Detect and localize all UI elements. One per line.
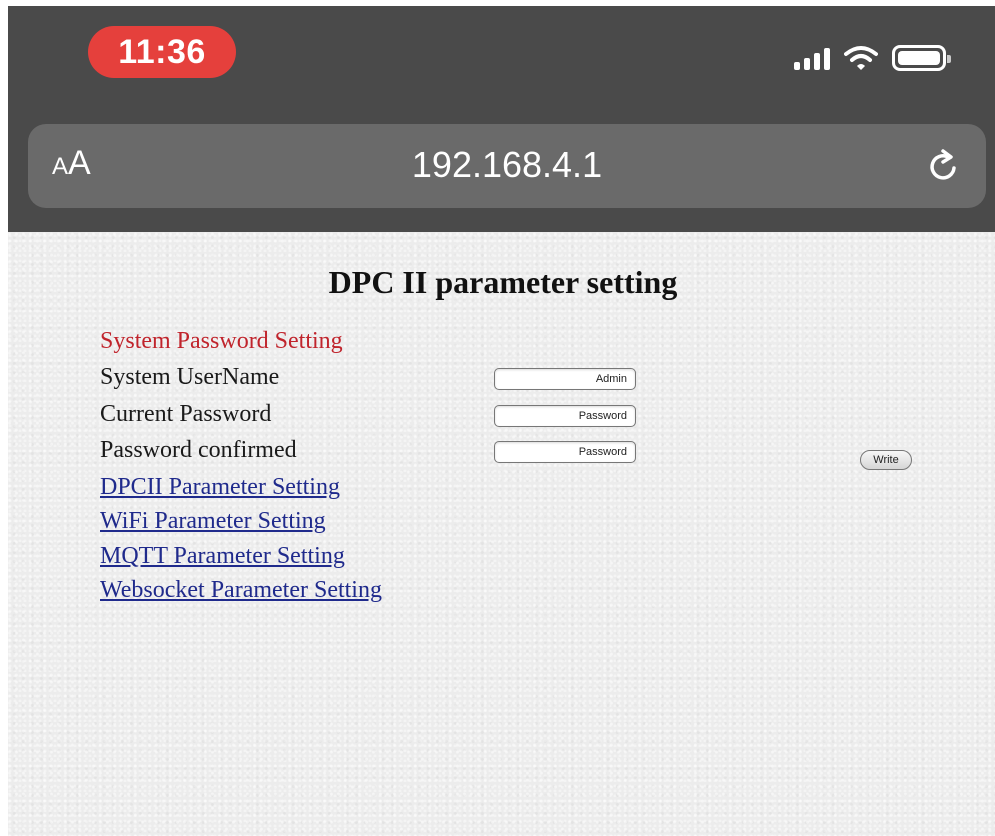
link-wifi-parameter-setting[interactable]: WiFi Parameter Setting [100,508,326,535]
username-input[interactable]: Admin [494,368,636,390]
current-password-label: Current Password [100,401,272,427]
status-bar: 11:36 [8,6,995,116]
write-button[interactable]: Write [860,450,912,470]
reload-icon[interactable] [924,146,964,186]
url-text[interactable]: 192.168.4.1 [28,144,986,186]
page-title: DPC II parameter setting [328,264,678,300]
confirm-password-label: Password confirmed [100,437,297,463]
confirm-password-input[interactable]: Password [494,441,636,463]
section-heading: System Password Setting [100,328,343,354]
wifi-icon [844,46,878,70]
link-dpcii-parameter-setting[interactable]: DPCII Parameter Setting [100,474,340,501]
link-websocket-parameter-setting[interactable]: Websocket Parameter Setting [100,577,382,604]
current-password-input[interactable]: Password [494,405,636,427]
browser-chrome: 11:36 AA 192.168.4.1 [8,6,995,232]
web-page-content: DPC II parameter setting System Password… [8,232,995,836]
status-time: 11:36 [88,26,236,78]
username-label: System UserName [100,364,280,390]
status-icons [794,42,951,74]
link-mqtt-parameter-setting[interactable]: MQTT Parameter Setting [100,543,345,570]
cellular-signal-icon [794,46,830,70]
battery-icon [892,45,951,71]
phone-screen: 11:36 AA 192.168.4.1 DPC II parameter se… [8,6,995,836]
address-bar[interactable]: AA 192.168.4.1 [28,124,986,208]
